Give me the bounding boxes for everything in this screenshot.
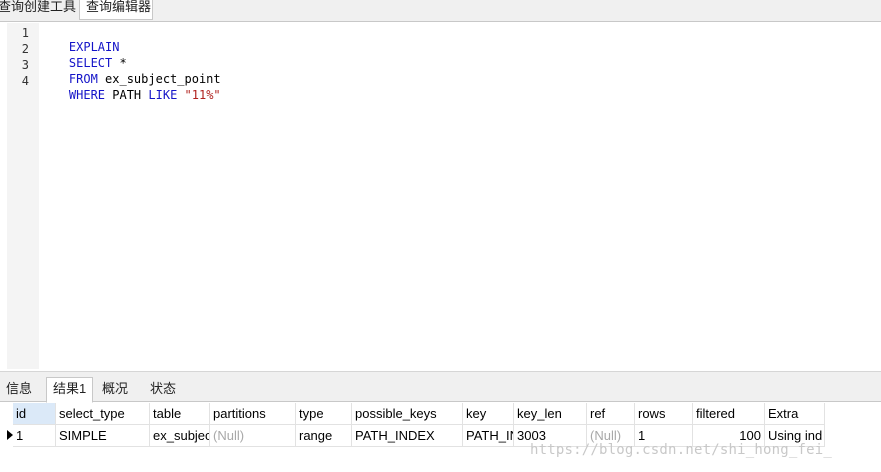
column-header-key-len[interactable]: key_len [514, 403, 587, 425]
line-number: 2 [21, 42, 29, 56]
cell-type[interactable]: range [296, 425, 352, 447]
line-number: 1 [21, 26, 29, 40]
cell-key[interactable]: PATH_IN [463, 425, 514, 447]
cell-id[interactable]: 1 [13, 425, 56, 447]
tab-query-editor[interactable]: 查询编辑器 [79, 0, 153, 20]
sql-string: "11%" [184, 88, 221, 102]
column-header-select-type[interactable]: select_type [56, 403, 150, 425]
tab-overview[interactable]: 概况 [96, 378, 134, 403]
watermark-text: https://blog.csdn.net/shi_hong_fei_ [530, 442, 833, 458]
column-header-extra[interactable]: Extra [765, 403, 825, 425]
cell-select-type[interactable]: SIMPLE [56, 425, 150, 447]
sql-token: PATH [105, 88, 149, 102]
tab-status[interactable]: 状态 [144, 378, 182, 403]
code-line[interactable]: WHERE PATH LIKE "11%" [40, 74, 221, 116]
tab-info[interactable]: 信息 [0, 378, 38, 403]
line-number: 4 [21, 74, 29, 88]
line-number-gutter: 1 2 3 4 [7, 23, 39, 369]
column-header-partitions[interactable]: partitions [210, 403, 296, 425]
result-tab-strip: 信息 结果1 概况 状态 [0, 371, 881, 403]
column-header-id[interactable]: id [13, 403, 56, 425]
result-grid: id select_type table partitions type pos… [7, 403, 881, 472]
sql-editor[interactable]: 1 2 3 4 EXPLAIN SELECT * FROM ex_subject… [7, 23, 881, 369]
cell-table[interactable]: ex_subjec [150, 425, 210, 447]
table-header-row: id select_type table partitions type pos… [7, 403, 881, 425]
tab-result-1[interactable]: 结果1 [46, 377, 94, 403]
column-header-type[interactable]: type [296, 403, 352, 425]
tab-query-builder[interactable]: 查询创建工具 [0, 0, 76, 20]
column-header-table[interactable]: table [150, 403, 210, 425]
sql-keyword: LIKE [148, 88, 178, 102]
column-header-filtered[interactable]: filtered [693, 403, 765, 425]
editor-tab-strip: 查询创建工具 查询编辑器 [0, 0, 881, 22]
column-header-key[interactable]: key [463, 403, 514, 425]
column-header-ref[interactable]: ref [587, 403, 635, 425]
sql-keyword: WHERE [68, 88, 106, 102]
column-header-possible-keys[interactable]: possible_keys [352, 403, 463, 425]
column-header-rows[interactable]: rows [635, 403, 693, 425]
line-number: 3 [21, 58, 29, 72]
cell-possible-keys[interactable]: PATH_INDEX [352, 425, 463, 447]
cell-partitions[interactable]: (Null) [210, 425, 296, 447]
